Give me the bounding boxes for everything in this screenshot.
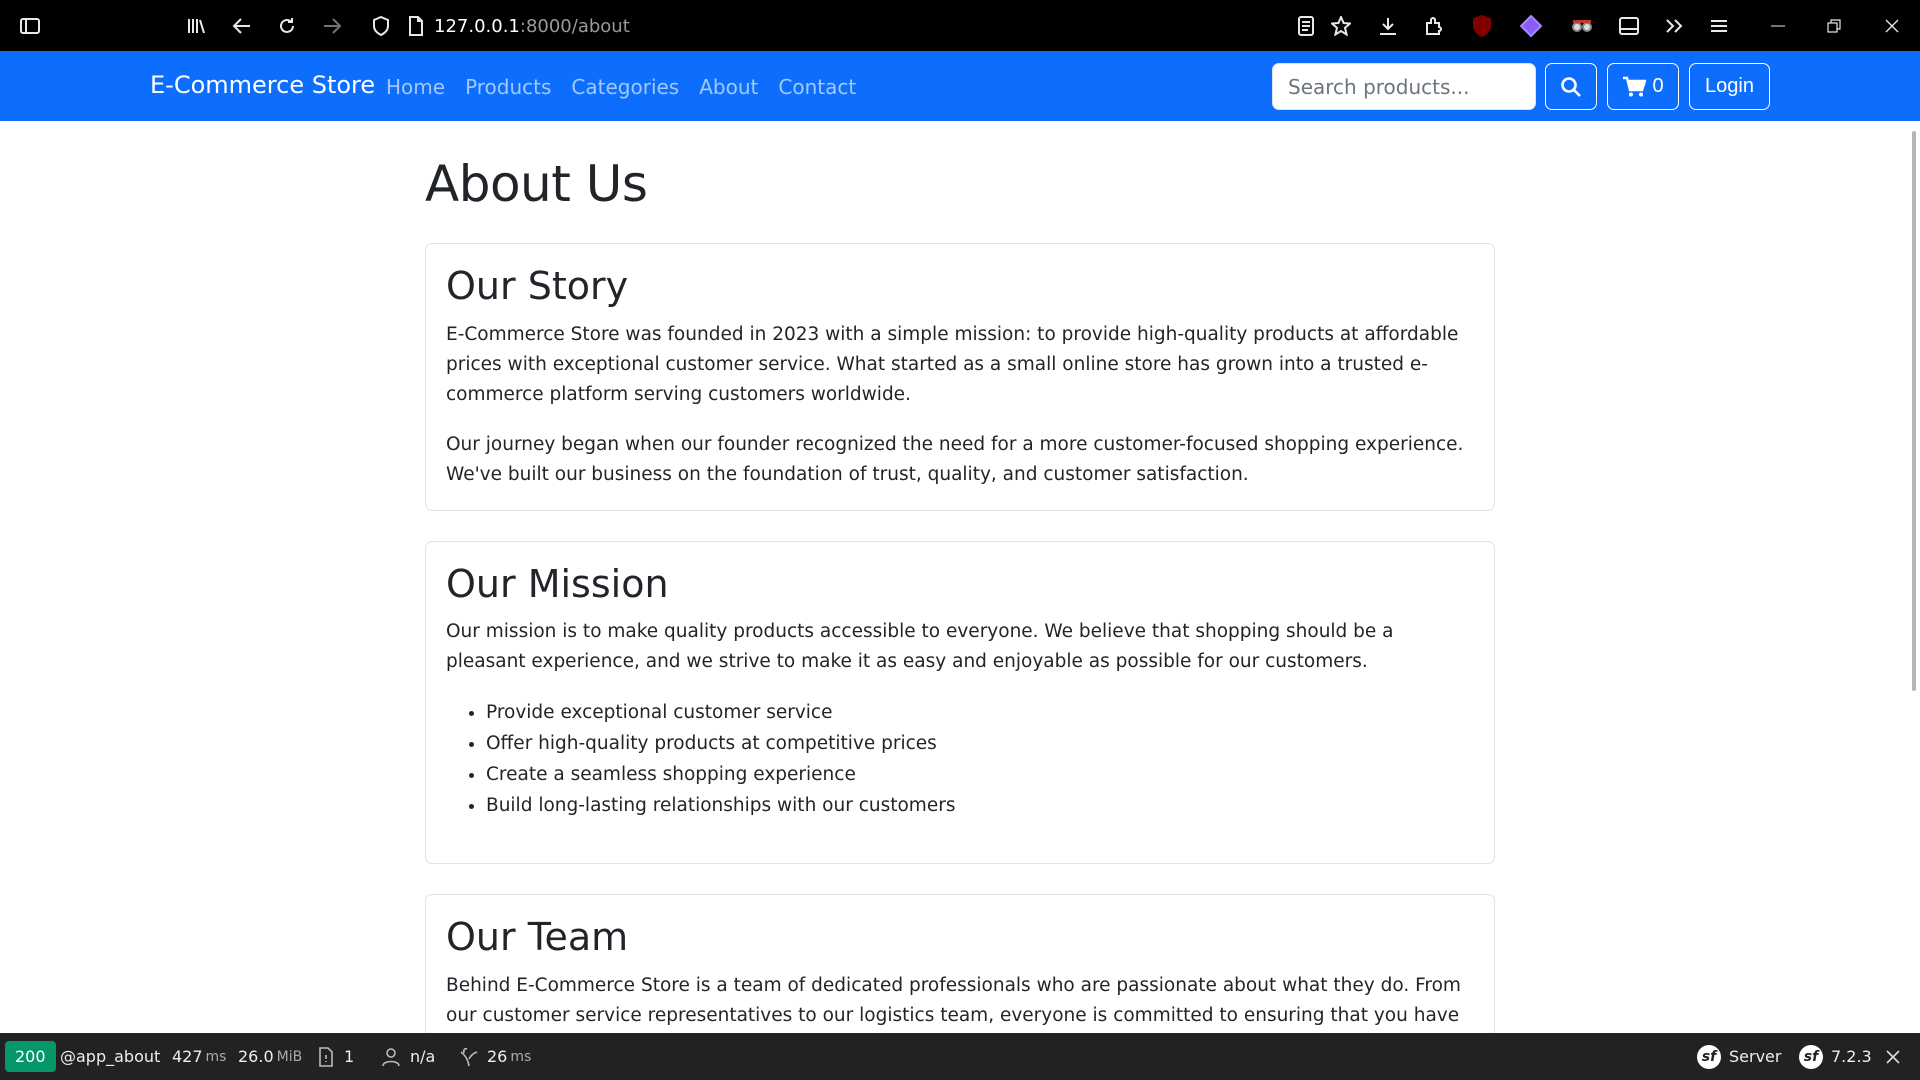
url-host: 127.0.0.1 bbox=[434, 15, 520, 37]
server-label: Server bbox=[1729, 1047, 1782, 1066]
extensions-icon[interactable] bbox=[1414, 0, 1454, 51]
list-item: Offer high-quality products at competiti… bbox=[486, 728, 1474, 759]
list-item: Build long-lasting relationships with ou… bbox=[486, 790, 1474, 821]
route-name: @app_about bbox=[60, 1047, 161, 1066]
menu-icon[interactable] bbox=[1699, 0, 1739, 51]
tab-view-icon[interactable] bbox=[1609, 0, 1649, 51]
page-scrollbar[interactable] bbox=[1908, 121, 1920, 1043]
bookmark-star-icon[interactable] bbox=[1321, 0, 1361, 51]
story-card: Our Story E-Commerce Store was founded i… bbox=[425, 243, 1495, 511]
server-item[interactable]: sf Server bbox=[1697, 1033, 1781, 1080]
user-item[interactable]: n/a bbox=[382, 1033, 435, 1080]
twig-value: 26 bbox=[487, 1047, 508, 1066]
login-button[interactable]: Login bbox=[1689, 63, 1770, 110]
scrollbar-thumb[interactable] bbox=[1912, 131, 1916, 691]
debug-toolbar: 200 @app_about 427 ms 26.0 MiB 1 n/a 26 ms … bbox=[0, 1033, 1920, 1080]
url-bar[interactable]: 127.0.0.1:8000/about bbox=[434, 8, 630, 44]
nav-link-products[interactable]: Products bbox=[465, 75, 551, 99]
forward-icon[interactable] bbox=[312, 0, 352, 51]
team-heading: Our Team bbox=[446, 915, 629, 960]
nav-link-contact[interactable]: Contact bbox=[778, 75, 856, 99]
cart-icon bbox=[1623, 76, 1647, 96]
symfony-icon: sf bbox=[1799, 1044, 1823, 1069]
story-paragraph-2: Our journey began when our founder recog… bbox=[446, 433, 1464, 485]
logs-item[interactable]: 1 bbox=[318, 1033, 354, 1080]
memory-unit: MiB bbox=[276, 1048, 303, 1065]
nav-links: Home Products Categories About Contact bbox=[386, 75, 876, 99]
site-navbar: E-Commerce Store Home Products Categorie… bbox=[0, 51, 1920, 121]
mission-heading: Our Mission bbox=[446, 561, 669, 606]
search-input[interactable] bbox=[1272, 63, 1536, 110]
back-icon[interactable] bbox=[222, 0, 262, 51]
symfony-icon: sf bbox=[1697, 1044, 1721, 1069]
close-window-icon[interactable] bbox=[1872, 0, 1912, 51]
user-name: n/a bbox=[410, 1047, 436, 1066]
time-value: 427 bbox=[172, 1047, 203, 1066]
symfony-version: 7.2.3 bbox=[1831, 1047, 1872, 1066]
memory-value: 26.0 bbox=[238, 1047, 274, 1066]
twig-unit: ms bbox=[510, 1048, 532, 1065]
page-info-icon[interactable] bbox=[396, 0, 436, 51]
time-item[interactable]: 427 ms bbox=[172, 1033, 226, 1080]
time-unit: ms bbox=[205, 1048, 227, 1065]
nav-link-about[interactable]: About bbox=[699, 75, 758, 99]
list-item: Provide exceptional customer service bbox=[486, 697, 1474, 728]
list-item: Create a seamless shopping experience bbox=[486, 759, 1474, 790]
nav-link-categories[interactable]: Categories bbox=[571, 75, 679, 99]
page-title: About Us bbox=[425, 155, 648, 213]
close-icon bbox=[1886, 1049, 1900, 1064]
user-icon bbox=[382, 1047, 400, 1066]
mission-list: Provide exceptional customer service Off… bbox=[486, 697, 1474, 821]
shield-icon[interactable] bbox=[361, 0, 401, 51]
status-item[interactable]: 200 bbox=[5, 1033, 56, 1080]
hide-toolbar-button[interactable] bbox=[1886, 1033, 1900, 1080]
ublock-icon[interactable] bbox=[1462, 0, 1502, 51]
cart-button[interactable]: 0 bbox=[1607, 63, 1679, 110]
memory-item[interactable]: 26.0 MiB bbox=[238, 1033, 302, 1080]
library-icon[interactable] bbox=[176, 0, 216, 51]
downloads-icon[interactable] bbox=[1368, 0, 1408, 51]
log-file-icon bbox=[319, 1046, 333, 1067]
restore-icon[interactable] bbox=[1814, 0, 1854, 51]
reader-view-icon[interactable] bbox=[1286, 0, 1326, 51]
mission-paragraph: Our mission is to make quality products … bbox=[446, 621, 1394, 673]
symfony-version-item[interactable]: sf 7.2.3 bbox=[1799, 1033, 1872, 1080]
minimize-icon[interactable] bbox=[1758, 0, 1798, 51]
extension-diamond-icon[interactable] bbox=[1511, 0, 1551, 51]
route-item[interactable]: @app_about bbox=[60, 1033, 160, 1080]
mission-card: Our Mission Our mission is to make quali… bbox=[425, 540, 1495, 865]
story-heading: Our Story bbox=[446, 264, 629, 308]
twig-icon bbox=[460, 1047, 478, 1066]
browser-toolbar: 127.0.0.1:8000/about bbox=[0, 0, 1920, 51]
nav-link-home[interactable]: Home bbox=[386, 75, 445, 99]
reload-icon[interactable] bbox=[267, 0, 307, 51]
cart-count: 0 bbox=[1652, 75, 1664, 97]
logs-count: 1 bbox=[344, 1047, 355, 1066]
twig-item[interactable]: 26 ms bbox=[459, 1033, 531, 1080]
brand-link[interactable]: E-Commerce Store bbox=[150, 71, 375, 99]
sidebar-toggle-icon[interactable] bbox=[10, 0, 50, 51]
main-content: About Us Our Story E-Commerce Store was … bbox=[425, 121, 1495, 1080]
status-badge: 200 bbox=[5, 1041, 56, 1072]
story-paragraph-1: E-Commerce Store was founded in 2023 wit… bbox=[446, 323, 1459, 405]
url-path: :8000/about bbox=[519, 15, 630, 37]
search-button[interactable] bbox=[1545, 63, 1597, 110]
search-icon bbox=[1561, 76, 1581, 97]
extension-glasses-icon[interactable] bbox=[1562, 0, 1602, 51]
overflow-chevron-icon[interactable] bbox=[1654, 0, 1694, 51]
